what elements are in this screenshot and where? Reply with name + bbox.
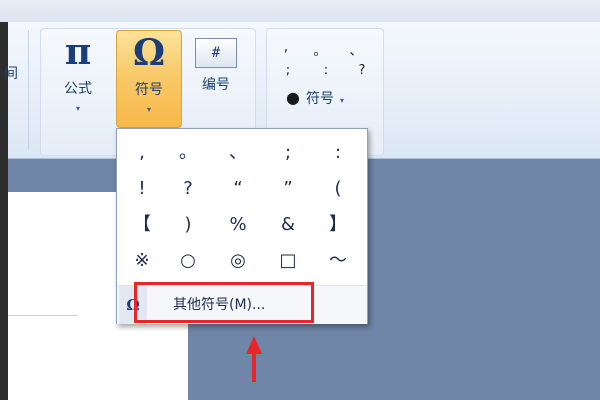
symbol-cell[interactable]: ) xyxy=(163,207,213,243)
symbol-cell[interactable]: & xyxy=(263,207,313,243)
symbol-cell[interactable]: 、 xyxy=(213,135,263,171)
symbol-cell[interactable]: 【 xyxy=(117,207,167,243)
chevron-down-icon: ▾ xyxy=(75,104,80,113)
formula-button[interactable]: π 公式 ▾ xyxy=(48,30,108,126)
quick-symbol[interactable]: 。 xyxy=(313,40,327,59)
bullet-icon: ● xyxy=(286,88,300,107)
red-arrow-icon xyxy=(246,336,262,382)
quick-symbol[interactable]: ; xyxy=(281,63,295,78)
symbol-label: 符号 xyxy=(135,82,163,98)
symbol-cell[interactable]: □ xyxy=(263,243,313,279)
quick-symbol[interactable]: ? xyxy=(355,63,369,78)
quick-symbol[interactable]: 、 xyxy=(349,40,363,59)
numbering-label: 编号 xyxy=(202,77,230,93)
symbol-dropdown-label: 符号 xyxy=(305,91,334,107)
quick-symbol[interactable]: , xyxy=(279,40,293,55)
symbol-cell[interactable]: ? xyxy=(163,171,213,207)
chevron-down-icon: ▾ xyxy=(339,96,344,105)
symbol-cell[interactable]: ( xyxy=(313,171,363,207)
symbol-cell[interactable]: , xyxy=(117,135,167,171)
symbol-dropdown-button[interactable]: ● 符号 ▾ xyxy=(286,88,344,108)
symbol-cell[interactable]: ◎ xyxy=(213,243,263,279)
omega-icon: Ω xyxy=(132,32,166,74)
symbol-cell[interactable]: : xyxy=(313,135,363,171)
symbol-cell[interactable]: “ xyxy=(213,171,263,207)
symbol-cell[interactable]: ” xyxy=(263,171,313,207)
symbol-cell[interactable]: 】 xyxy=(313,207,363,243)
numbering-button[interactable]: # 编号 xyxy=(186,30,246,126)
symbol-cell[interactable]: ※ xyxy=(117,243,167,279)
symbol-button[interactable]: Ω 符号 ▾ xyxy=(116,30,182,128)
title-bar-strip xyxy=(0,0,600,23)
symbol-cell[interactable]: ; xyxy=(263,135,313,171)
quick-symbol[interactable]: : xyxy=(319,63,333,78)
ribbon-separator xyxy=(28,30,29,150)
ribbon-partial-label[interactable]: 间 xyxy=(4,63,18,83)
symbol-cell[interactable]: ! xyxy=(117,171,167,207)
symbol-cell[interactable]: ～ xyxy=(313,243,363,279)
highlight-box xyxy=(134,282,314,323)
chevron-down-icon: ▾ xyxy=(146,105,151,114)
symbol-cell[interactable]: ○ xyxy=(163,243,213,279)
page-margin-line xyxy=(8,315,78,316)
pi-icon: π xyxy=(64,31,92,73)
symbol-cell[interactable]: 。 xyxy=(163,135,213,171)
symbol-cell[interactable]: % xyxy=(213,207,263,243)
formula-label: 公式 xyxy=(64,81,92,97)
numbering-icon: # xyxy=(195,38,237,68)
